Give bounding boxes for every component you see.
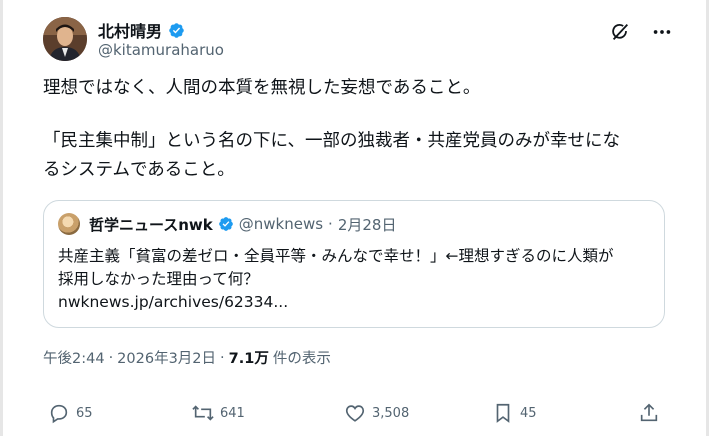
author-handle[interactable]: @kitamuraharuo xyxy=(98,41,224,59)
share-button[interactable] xyxy=(638,402,660,424)
post-date[interactable]: 2026年3月2日 xyxy=(117,347,216,368)
post-paragraph-2-line-1: 「民主集中制」という名の下に、一部の独裁者・共産党員のみが幸せにな xyxy=(43,131,620,151)
bookmark-button[interactable]: 45 xyxy=(492,402,537,424)
more-icon[interactable] xyxy=(651,21,673,43)
quoted-handle[interactable]: @nwknews xyxy=(239,215,323,233)
post-text: 理想ではなく、人間の本質を無視した妄想であること。 「民主集中制」という名の下に… xyxy=(43,74,668,185)
post-paragraph-1: 理想ではなく、人間の本質を無視した妄想であること。 xyxy=(43,78,481,98)
quoted-date[interactable]: 2月28日 xyxy=(338,214,397,235)
avatar[interactable] xyxy=(43,17,87,61)
views-count[interactable]: 7.1万 xyxy=(229,347,269,368)
like-button[interactable]: 3,508 xyxy=(344,402,409,424)
post-meta: 午後2:44 · 2026年3月2日 · 7.1万 件の表示 xyxy=(43,347,331,368)
quoted-text: 共産主義「貧富の差ゼロ・全員平等・みんなで幸せ！」←理想すぎるのに人類が 採用し… xyxy=(58,245,658,314)
repost-button[interactable]: 641 xyxy=(192,402,245,424)
verified-icon xyxy=(169,22,184,38)
quoted-display-name[interactable]: 哲学ニュースnwk xyxy=(89,214,213,235)
meta-separator-2: · xyxy=(220,349,225,366)
quoted-text-line-2: 採用しなかった理由って何？ xyxy=(58,270,259,288)
quoted-avatar[interactable] xyxy=(58,213,80,235)
like-count: 3,508 xyxy=(372,405,410,421)
grok-icon[interactable] xyxy=(609,21,631,43)
reply-icon xyxy=(50,404,68,424)
quoted-text-line-1: 共産主義「貧富の差ゼロ・全員平等・みんなで幸せ！」←理想すぎるのに人類が xyxy=(58,247,614,265)
reply-count: 65 xyxy=(76,405,93,421)
quoted-verified-icon xyxy=(218,217,233,231)
bookmark-count: 45 xyxy=(520,405,537,421)
quoted-post[interactable]: 哲学ニュースnwk @nwknews · 2月28日 共産主義「貧富の差ゼロ・全… xyxy=(43,200,665,328)
quoted-post-header: 哲学ニュースnwk @nwknews · 2月28日 xyxy=(58,213,396,235)
quoted-link[interactable]: nwknews.jp/archives/62334... xyxy=(58,291,658,314)
repost-count: 641 xyxy=(220,405,245,421)
share-icon xyxy=(640,403,658,422)
action-bar: 65 641 3,508 45 xyxy=(48,402,663,426)
quoted-separator: · xyxy=(328,215,333,233)
views-label: 件の表示 xyxy=(272,351,331,367)
name-row: 北村晴男 xyxy=(98,18,185,42)
repost-icon xyxy=(192,405,214,421)
reply-button[interactable]: 65 xyxy=(48,402,93,424)
post-paragraph-2-line-2: るシステムであること。 xyxy=(43,160,235,180)
like-icon xyxy=(345,405,365,422)
meta-separator: · xyxy=(108,349,114,366)
post-header: 北村晴男 @kitamuraharuo xyxy=(43,17,673,63)
bookmark-icon xyxy=(496,403,510,423)
frame-left xyxy=(0,0,3,436)
post-time[interactable]: 午後2:44 xyxy=(43,347,105,368)
author-display-name[interactable]: 北村晴男 xyxy=(98,18,162,42)
